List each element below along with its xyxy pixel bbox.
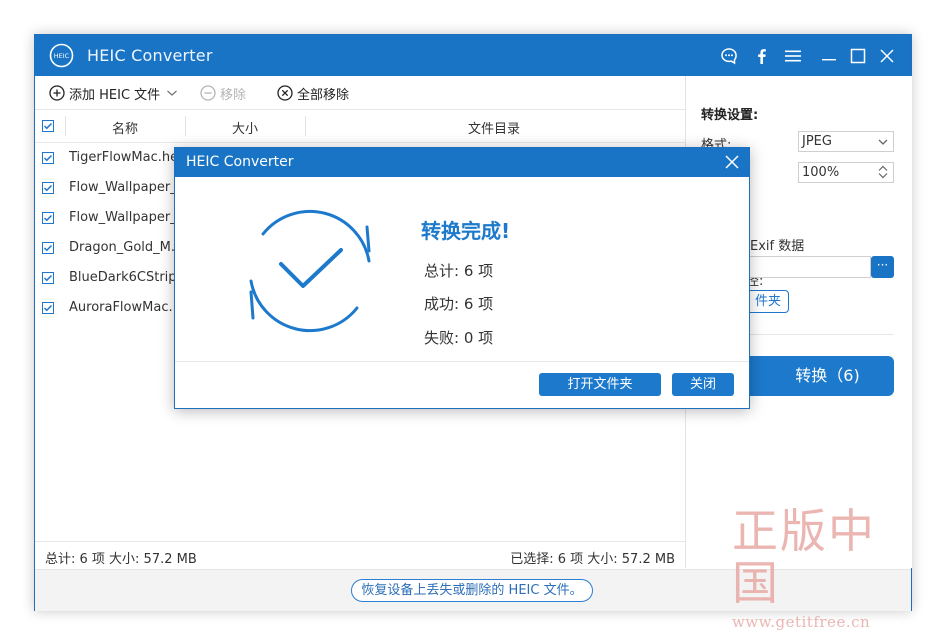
dialog-success: 成功: 6 项 xyxy=(424,295,494,313)
column-size[interactable]: 大小 xyxy=(232,118,258,137)
column-separator xyxy=(185,116,186,136)
logo-text: HEIC xyxy=(54,52,70,60)
recover-heic-button[interactable]: 恢复设备上丢失或删除的 HEIC 文件。 xyxy=(351,579,593,602)
dialog-footer: 打开文件夹 关闭 xyxy=(175,361,749,408)
remove-button[interactable]: 移除 xyxy=(200,84,247,103)
stepper-arrows-icon[interactable] xyxy=(877,165,889,179)
dialog-close-button[interactable]: 关闭 xyxy=(672,373,734,396)
dialog-open-folder-button[interactable]: 打开文件夹 xyxy=(539,373,661,396)
remove-all-button[interactable]: 全部移除 xyxy=(277,84,350,103)
settings-title: 转换设置: xyxy=(701,108,759,123)
dialog-title: HEIC Converter xyxy=(186,154,294,170)
add-heic-label: 添加 HEIC 文件 xyxy=(69,87,161,103)
row-checkbox[interactable] xyxy=(42,272,54,284)
row-checkbox[interactable] xyxy=(42,242,54,254)
watermark-title: 正版中国 xyxy=(732,504,876,610)
add-circle-icon xyxy=(49,85,65,101)
remove-circle-icon xyxy=(200,85,216,101)
row-checkbox[interactable] xyxy=(42,182,54,194)
conversion-complete-dialog: HEIC Converter 转换完成! 总计: 6 项 成功: 6 项 失败:… xyxy=(174,147,750,409)
facebook-icon[interactable] xyxy=(752,46,771,65)
open-folder-label: 件夹 xyxy=(754,294,781,309)
chevron-down-icon xyxy=(878,139,888,145)
heic-logo-icon: HEIC xyxy=(49,43,74,68)
success-check-icon xyxy=(249,209,371,333)
column-directory[interactable]: 文件目录 xyxy=(468,118,520,137)
file-name: Dragon_Gold_M... xyxy=(69,240,177,255)
title-bar[interactable]: HEIC HEIC Converter xyxy=(35,35,911,76)
dialog-failed: 失败: 0 项 xyxy=(424,329,494,347)
column-name[interactable]: 名称 xyxy=(112,118,138,137)
file-list-header: 名称 大小 文件目录 xyxy=(35,110,685,143)
chevron-down-icon xyxy=(167,90,178,96)
exif-label: Exif 数据 xyxy=(750,239,805,254)
check-icon xyxy=(43,244,53,252)
check-icon xyxy=(43,274,53,282)
app-title: HEIC Converter xyxy=(87,46,213,65)
browse-button[interactable]: ··· xyxy=(871,256,894,278)
column-separator xyxy=(305,116,306,136)
file-name: BlueDark6CStrip... xyxy=(69,270,177,285)
toolbar: 添加 HEIC 文件 移除 全部移除 xyxy=(35,76,685,110)
file-name: Flow_Wallpaper_... xyxy=(69,210,177,225)
row-checkbox[interactable] xyxy=(42,212,54,224)
add-heic-button[interactable]: 添加 HEIC 文件 xyxy=(49,84,183,103)
clear-circle-icon xyxy=(277,85,293,101)
file-name: Flow_Wallpaper_... xyxy=(69,180,177,195)
file-name: AuroraFlowMac... xyxy=(69,300,177,315)
check-icon xyxy=(43,184,53,192)
format-select[interactable]: JPEG xyxy=(798,131,894,152)
check-icon xyxy=(43,214,53,222)
feedback-icon[interactable] xyxy=(719,46,738,65)
remove-label: 移除 xyxy=(220,87,247,103)
file-name: TigerFlowMac.heic xyxy=(69,150,177,165)
status-selected: 已选择: 6 项 大小: 57.2 MB xyxy=(510,552,675,567)
dialog-total: 总计: 6 项 xyxy=(424,262,494,280)
row-checkbox[interactable] xyxy=(42,302,54,314)
status-bar: 总计: 6 项 大小: 57.2 MB 已选择: 6 项 大小: 57.2 MB xyxy=(35,541,685,570)
watermark: 正版中国 www.getitfree.cn xyxy=(732,505,892,631)
convert-label: 转换（6) xyxy=(795,366,860,385)
row-checkbox[interactable] xyxy=(42,152,54,164)
select-all-checkbox[interactable] xyxy=(42,120,54,132)
maximize-icon[interactable] xyxy=(848,46,867,65)
dialog-title-bar[interactable]: HEIC Converter xyxy=(175,148,749,177)
watermark-url: www.getitfree.cn xyxy=(732,613,871,631)
dialog-heading: 转换完成! xyxy=(421,219,511,243)
check-icon xyxy=(43,122,53,130)
format-value: JPEG xyxy=(802,134,832,149)
close-icon[interactable] xyxy=(877,46,896,65)
quality-value: 100% xyxy=(802,165,840,180)
column-separator xyxy=(65,116,66,136)
dialog-close-icon[interactable] xyxy=(724,154,740,170)
minimize-icon[interactable] xyxy=(819,46,838,65)
check-icon xyxy=(43,154,53,162)
quality-stepper[interactable]: 100% xyxy=(798,162,894,183)
check-icon xyxy=(43,304,53,312)
status-total: 总计: 6 项 大小: 57.2 MB xyxy=(45,552,197,567)
menu-icon[interactable] xyxy=(783,46,802,65)
remove-all-label: 全部移除 xyxy=(297,87,350,103)
